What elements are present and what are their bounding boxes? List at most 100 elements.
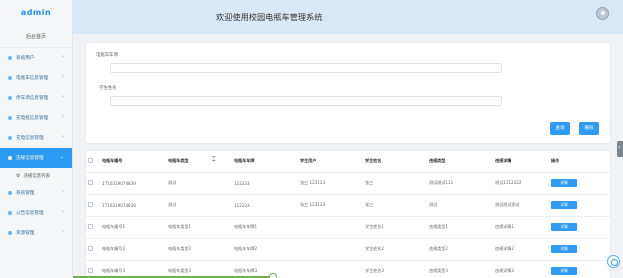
sidebar-item-notice[interactable]: 公告信息管理 ‹ — [0, 203, 72, 223]
violation-table: 电瓶车编号 电瓶车类型 电瓶车车牌 学生用户 学生姓名 违规类型 违规详情 操作… — [85, 150, 612, 278]
table-cell: 违规详情1 — [493, 216, 549, 239]
sidebar-item-label: 系统管理 — [16, 191, 35, 196]
sidebar-item-charging[interactable]: 充电信息管理 ‹ — [0, 128, 72, 148]
sidebar-subitem-label: 违规信息列表 — [23, 173, 50, 179]
column-header: 电瓶车编号 — [100, 151, 166, 173]
sidebar-item-charging-pile[interactable]: 充电桩信息管理 ‹ — [0, 108, 72, 128]
sidebar-item-label: 资源管理 — [16, 231, 35, 236]
gear-icon: ⚙ — [16, 172, 21, 179]
dot-icon — [8, 231, 12, 235]
chevron-left-icon: ‹ — [62, 209, 64, 215]
delete-button[interactable]: 删除 — [579, 122, 599, 135]
table-cell: 违规类型2 — [427, 238, 493, 261]
select-all-checkbox[interactable] — [88, 158, 93, 164]
table-header-row: 电瓶车编号 电瓶车类型 电瓶车车牌 学生用户 学生姓名 违规类型 违规详情 操作 — [86, 151, 612, 173]
column-header: 学生姓名 — [363, 151, 427, 173]
column-header: 违规详情 — [493, 151, 549, 173]
row-checkbox[interactable] — [88, 202, 93, 207]
table-cell: 张三 123123 — [298, 194, 363, 217]
detail-button[interactable]: 详情 — [551, 267, 577, 275]
table-cell: 测试测试测试 — [493, 194, 549, 217]
table-cell: 电瓶车编号2 — [100, 238, 166, 261]
row-checkbox[interactable] — [88, 180, 93, 185]
table-cell: 违规类型1 — [427, 216, 493, 239]
row-checkbox[interactable] — [88, 246, 93, 251]
row-checkbox[interactable] — [88, 268, 93, 273]
column-header: 电瓶车车牌 — [232, 151, 298, 173]
chevron-left-icon: ‹ — [62, 134, 64, 140]
column-header: 违规类型 — [427, 151, 493, 173]
chevron-left-icon: ‹ — [62, 229, 64, 235]
chevron-down-icon: ⌄ — [59, 154, 64, 160]
sidebar-home-link[interactable]: 后台首页 — [0, 26, 72, 48]
table-cell: 张三 — [363, 172, 427, 195]
detail-button[interactable]: 详情 — [551, 201, 577, 209]
sidebar-subitem-violation-list[interactable]: ⚙ 违规信息列表 — [0, 168, 72, 183]
user-avatar-icon[interactable] — [596, 7, 609, 20]
dot-icon — [8, 56, 12, 60]
table-cell: 112233 — [232, 172, 298, 195]
chevron-left-icon: ‹ — [62, 189, 64, 195]
table-cell: 1710319074839 — [100, 194, 166, 217]
app-logo: admin — [20, 8, 52, 17]
table-cell — [298, 238, 363, 261]
chevron-left-icon: ‹ — [62, 114, 64, 120]
table-cell: 电瓶车车牌1 — [232, 216, 298, 239]
table-cell: 张三 — [363, 194, 427, 217]
sidebar-item-label: 充电信息管理 — [16, 136, 44, 141]
table-cell: 张三 123123 — [298, 172, 363, 195]
table-cell: 电瓶车车牌2 — [232, 238, 298, 261]
detail-button[interactable]: 详情 — [551, 223, 577, 231]
sidebar: admin 后台首页 系统用户 ‹ 电瓶车信息管理 ‹ 停车场信息管理 ‹ 充电… — [0, 0, 73, 278]
chevron-left-icon: ‹ — [62, 74, 64, 80]
table-row: 电瓶车编号1 电瓶车类型1 电瓶车车牌1 学生姓名1 违规类型1 违规详情1 详… — [86, 216, 612, 239]
table-row: 1710319074839 测试 112233 张三 123123 张三 测试测… — [86, 172, 612, 195]
sidebar-item-system-manage[interactable]: 系统管理 ‹ — [0, 183, 72, 203]
table-cell: 测试 — [166, 172, 232, 195]
table-cell: 违规类型3 — [427, 260, 493, 278]
table-cell — [298, 216, 363, 239]
collapse-panel-handle[interactable] — [617, 141, 623, 157]
table-cell: 112233 — [232, 194, 298, 217]
detail-button[interactable]: 详情 — [551, 179, 577, 187]
dot-icon — [8, 116, 12, 120]
dot-icon — [8, 76, 12, 80]
column-header: 学生用户 — [298, 151, 363, 173]
top-header: 欢迎使用校园电瓶车管理系统 — [73, 0, 623, 34]
dot-icon — [8, 191, 12, 195]
detail-button[interactable]: 详情 — [551, 245, 577, 253]
column-header: 电瓶车类型 — [166, 151, 232, 173]
dot-icon — [8, 136, 12, 140]
table-cell: 违规详情2 — [493, 238, 549, 261]
table-cell: 违规详情3 — [493, 260, 549, 278]
query-button[interactable]: 查询 — [550, 122, 570, 135]
plate-input[interactable] — [110, 63, 502, 73]
sidebar-item-label: 公告信息管理 — [16, 211, 44, 216]
mouse-cursor-icon: ⌶ — [212, 156, 216, 163]
table-cell: 测试1112222 — [493, 172, 549, 195]
table-cell — [298, 260, 363, 278]
table-row: 电瓶车编号2 电瓶车类型2 电瓶车车牌2 学生姓名2 违规类型2 违规详情2 详… — [86, 238, 612, 261]
chevron-left-icon: ‹ — [62, 94, 64, 100]
floating-helper-icon[interactable] — [607, 255, 620, 268]
table-cell: 测试 — [166, 194, 232, 217]
app-root: admin 后台首页 系统用户 ‹ 电瓶车信息管理 ‹ 停车场信息管理 ‹ 充电… — [0, 0, 623, 278]
student-name-input[interactable] — [110, 96, 502, 106]
sidebar-item-system-users[interactable]: 系统用户 ‹ — [0, 48, 72, 68]
table-cell: 学生姓名3 — [363, 260, 427, 278]
table-cell: 电瓶车类型2 — [166, 238, 232, 261]
dot-icon — [8, 96, 12, 100]
table-cell: 学生姓名2 — [363, 238, 427, 261]
sidebar-item-parking[interactable]: 停车场信息管理 ‹ — [0, 88, 72, 108]
table-cell: 测试测试111 — [427, 172, 493, 195]
row-checkbox[interactable] — [88, 224, 93, 229]
student-name-label: 学生姓名 — [99, 86, 117, 91]
table-cell: 学生姓名1 — [363, 216, 427, 239]
sidebar-item-ebike[interactable]: 电瓶车信息管理 ‹ — [0, 68, 72, 88]
table-row: 1710319074839 测试 112233 张三 123123 张三 测试 … — [86, 194, 612, 217]
sidebar-item-resources[interactable]: 资源管理 ‹ — [0, 223, 72, 243]
sidebar-item-label: 停车场信息管理 — [16, 96, 49, 101]
table-cell: 1710319074839 — [100, 172, 166, 195]
sidebar-item-violation[interactable]: 违规信息管理 ⌄ — [0, 148, 72, 168]
chevron-left-icon: ‹ — [62, 54, 64, 60]
